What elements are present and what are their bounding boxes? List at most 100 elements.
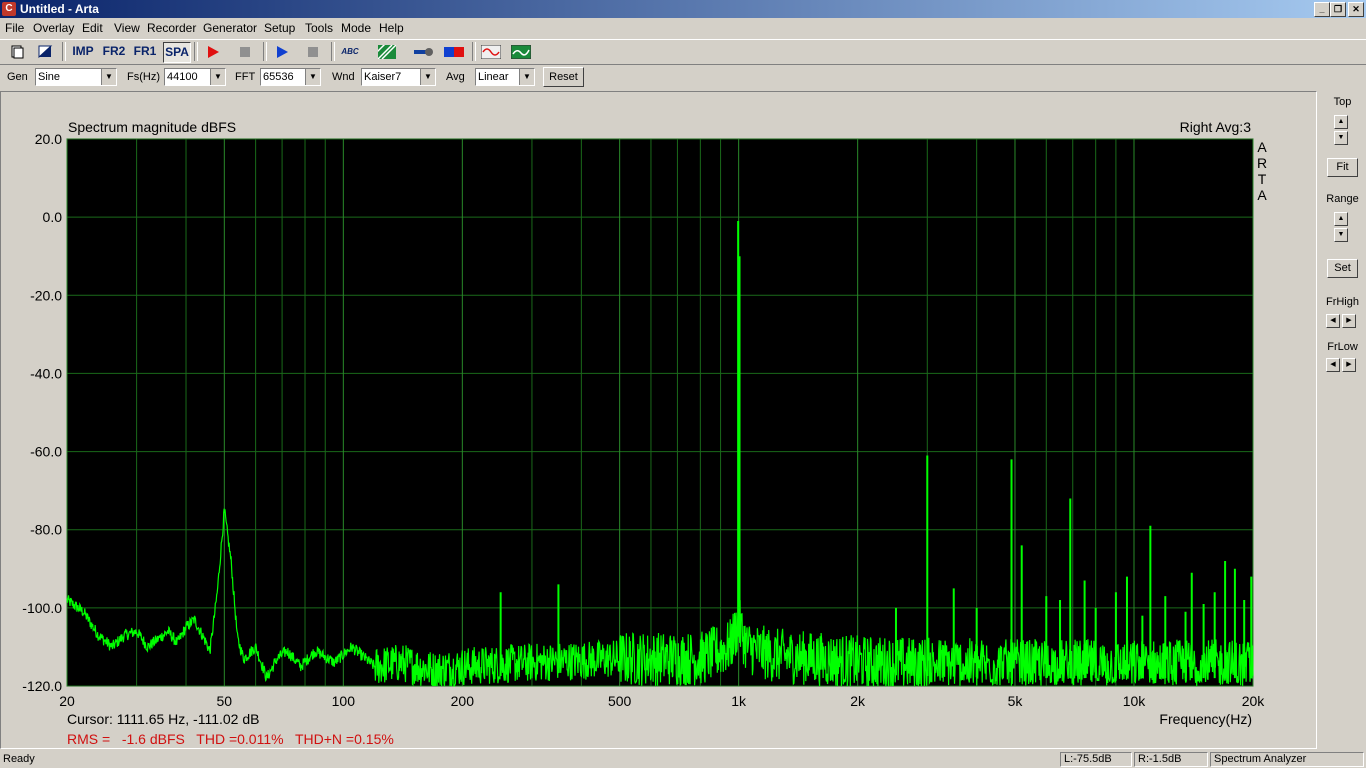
y-tick-label: 0.0: [43, 209, 63, 225]
fft-size-value: 65536: [263, 71, 294, 83]
chevron-down-icon: ▼: [519, 69, 534, 85]
frhigh-right-button[interactable]: ▶: [1342, 314, 1356, 328]
fft-label: FFT: [235, 71, 256, 83]
status-bar: Ready L:-75.5dB R:-1.5dB Spectrum Analyz…: [0, 751, 1366, 768]
frlow-left-button[interactable]: ◀: [1326, 358, 1340, 372]
y-tick-label: -120.0: [22, 678, 62, 694]
x-tick-label: 20k: [1242, 693, 1266, 709]
chevron-down-icon: ▼: [101, 69, 116, 85]
left-level-readout: L:-75.5dB: [1060, 752, 1132, 767]
restore-button[interactable]: ❐: [1330, 2, 1346, 17]
frhigh-left-button[interactable]: ◀: [1326, 314, 1340, 328]
right-control-panel: Top ▲ ▼ Fit Range ▲ ▼ Set FrHigh ◀ ▶ FrL…: [1319, 91, 1366, 749]
spectrum-plot-panel: Spectrum magnitude dBFS Right Avg:3 A R …: [0, 91, 1317, 749]
menu-bar: File Overlay Edit View Recorder Generato…: [0, 18, 1366, 38]
menu-setup[interactable]: Setup: [264, 21, 295, 35]
stop-icon[interactable]: [302, 42, 324, 61]
fr1-mode-button[interactable]: FR1: [132, 42, 158, 61]
y-tick-label: -20.0: [30, 287, 62, 303]
spectrum-chart[interactable]: Spectrum magnitude dBFS Right Avg:3 A R …: [1, 92, 1316, 748]
set-button[interactable]: Set: [1327, 259, 1358, 278]
watermark-letter: A: [1257, 139, 1267, 155]
watermark-letter: T: [1258, 171, 1267, 187]
gen-label: Gen: [7, 71, 28, 83]
x-tick-label: 500: [608, 693, 632, 709]
sample-rate-select[interactable]: 44100 ▼: [164, 68, 226, 86]
level-meter-icon[interactable]: [443, 42, 465, 61]
fit-button[interactable]: Fit: [1327, 158, 1358, 177]
probe-icon[interactable]: [413, 42, 435, 61]
frlow-right-button[interactable]: ▶: [1342, 358, 1356, 372]
menu-file[interactable]: File: [5, 21, 24, 35]
menu-mode[interactable]: Mode: [341, 21, 371, 35]
top-label: Top: [1333, 96, 1352, 108]
generator-select-value: Sine: [38, 71, 61, 83]
oscilloscope-icon[interactable]: [480, 42, 502, 61]
menu-generator[interactable]: Generator: [203, 21, 257, 35]
x-axis-label: Frequency(Hz): [1159, 711, 1252, 727]
range-down-button[interactable]: ▼: [1334, 228, 1348, 242]
reset-button[interactable]: Reset: [543, 67, 584, 87]
watermark-letter: A: [1257, 187, 1267, 203]
menu-edit[interactable]: Edit: [82, 21, 103, 35]
imp-mode-button[interactable]: IMP: [70, 42, 96, 61]
channel-info: Right Avg:3: [1180, 119, 1252, 135]
averaging-select-value: Linear: [478, 71, 509, 83]
menu-view[interactable]: View: [114, 21, 140, 35]
y-tick-label: -60.0: [30, 444, 62, 460]
toolbar-separator: [263, 42, 267, 61]
measurement-readout: RMS = -1.6 dBFS THD =0.011% THD+N =0.15%: [67, 731, 394, 747]
record-stop-icon[interactable]: [234, 42, 256, 61]
new-file-icon[interactable]: [8, 42, 26, 61]
x-tick-label: 20: [59, 693, 75, 709]
top-down-button[interactable]: ▼: [1334, 131, 1348, 145]
plot-area[interactable]: [66, 138, 1254, 687]
minimize-button[interactable]: _: [1314, 2, 1330, 17]
abc-label-button[interactable]: ABC: [338, 42, 362, 61]
avg-label: Avg: [446, 71, 465, 83]
top-up-button[interactable]: ▲: [1334, 115, 1348, 129]
wnd-label: Wnd: [332, 71, 355, 83]
x-tick-label: 100: [332, 693, 356, 709]
record-play-icon[interactable]: [202, 42, 224, 61]
cursor-readout: Cursor: 1111.65 Hz, -111.02 dB: [67, 711, 259, 727]
averaging-select[interactable]: Linear ▼: [475, 68, 535, 86]
hatch-icon[interactable]: [373, 40, 398, 61]
app-icon: C: [2, 2, 16, 16]
mode-readout: Spectrum Analyzer: [1210, 752, 1364, 767]
generator-select[interactable]: Sine ▼: [35, 68, 117, 86]
x-tick-label: 50: [217, 693, 233, 709]
x-tick-label: 1k: [731, 693, 747, 709]
status-ready: Ready: [3, 753, 35, 765]
fs-label: Fs(Hz): [127, 71, 160, 83]
spa-mode-button[interactable]: SPA: [163, 42, 191, 63]
fft-size-select[interactable]: 65536 ▼: [260, 68, 321, 86]
chevron-down-icon: ▼: [210, 69, 225, 85]
x-tick-label: 200: [451, 693, 475, 709]
menu-recorder[interactable]: Recorder: [147, 21, 196, 35]
toolbar-separator: [62, 42, 66, 61]
menu-overlay[interactable]: Overlay: [33, 21, 74, 35]
y-tick-label: -80.0: [30, 522, 62, 538]
fr2-mode-button[interactable]: FR2: [101, 42, 127, 61]
abc-icon: ABC: [341, 47, 359, 56]
menu-help[interactable]: Help: [379, 21, 404, 35]
settings-bar: Gen Sine ▼ Fs(Hz) 44100 ▼ FFT 65536 ▼ Wn…: [0, 64, 1366, 90]
range-label: Range: [1326, 193, 1359, 205]
x-tick-label: 5k: [1008, 693, 1024, 709]
toolbar-separator: [194, 42, 198, 61]
spectrum-view-icon[interactable]: [510, 42, 532, 61]
right-level-readout: R:-1.5dB: [1134, 752, 1208, 767]
menu-tools[interactable]: Tools: [305, 21, 333, 35]
sample-rate-value: 44100: [167, 71, 198, 83]
y-tick-label: -40.0: [30, 365, 62, 381]
frlow-label: FrLow: [1327, 341, 1358, 353]
x-tick-label: 10k: [1123, 693, 1147, 709]
play-icon[interactable]: [271, 42, 293, 61]
range-up-button[interactable]: ▲: [1334, 212, 1348, 226]
open-icon[interactable]: [36, 42, 54, 61]
x-tick-label: 2k: [850, 693, 866, 709]
chevron-down-icon: ▼: [420, 69, 435, 85]
close-button[interactable]: ✕: [1348, 2, 1364, 17]
window-select[interactable]: Kaiser7 ▼: [361, 68, 436, 86]
